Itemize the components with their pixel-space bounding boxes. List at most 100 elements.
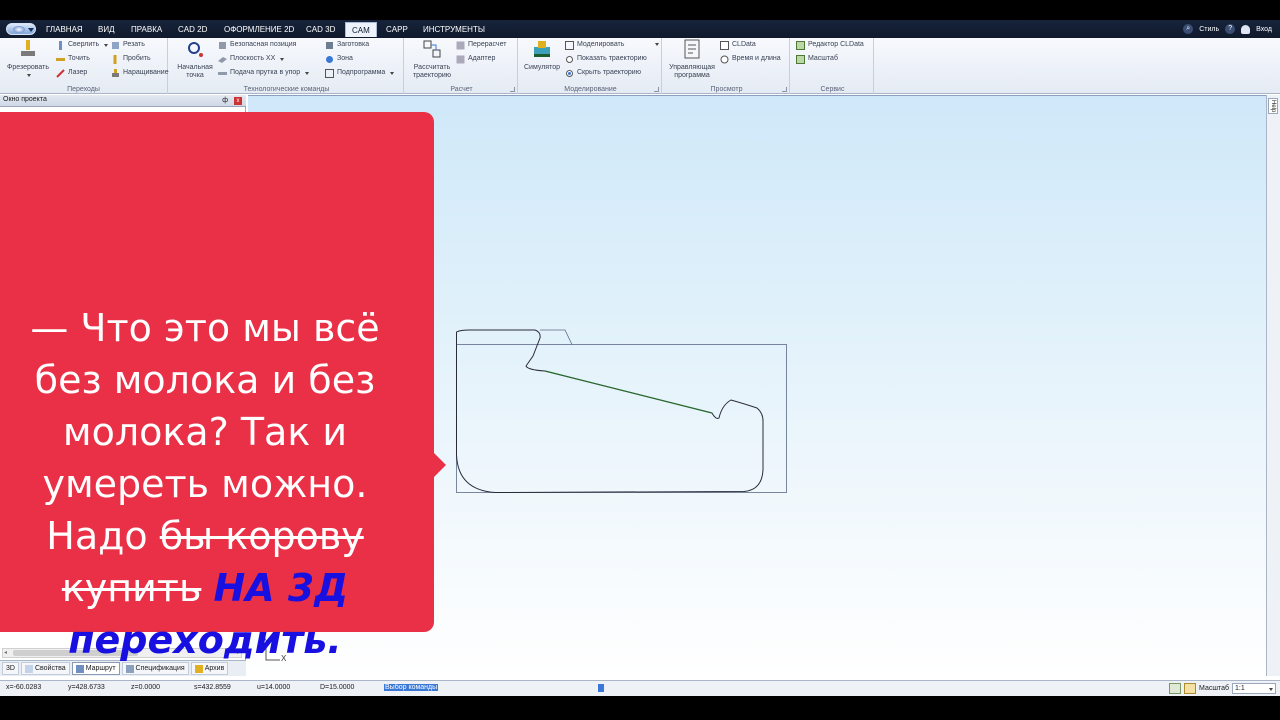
plane-label: Плоскость XX (230, 55, 276, 62)
show-trajectory-label: Показать траекторию (577, 55, 647, 62)
scale-label: Масштаб (808, 55, 838, 62)
chevron-down-icon (280, 57, 285, 61)
style-menu[interactable]: Стиль (1199, 26, 1219, 33)
punch-button[interactable]: Пробить (111, 53, 151, 65)
show-trajectory-button[interactable]: Показать траекторию (565, 53, 647, 65)
user-icon (1241, 24, 1251, 34)
group-label-transitions: Переходы (67, 86, 100, 93)
dialog-launcher-icon[interactable] (510, 87, 515, 92)
simulator-label: Симулятор (524, 64, 560, 71)
help-icon[interactable]: ? (1225, 24, 1236, 34)
help-tab[interactable]: Help (1268, 98, 1278, 114)
safe-position-button[interactable]: Безопасная позиция (218, 39, 296, 51)
recalc-button[interactable]: Перерасчет (456, 39, 506, 51)
tab-cad2d[interactable]: CAD 2D (172, 22, 213, 37)
ribbon: Фрезеровать Сверлить Точить Лазер Резать (0, 38, 1280, 94)
stock-button[interactable]: Заготовка (325, 39, 369, 51)
menu-right-area: ⌕ Стиль ? Вход (1183, 23, 1272, 35)
recalc-icon (456, 41, 465, 49)
radio-selected-icon (566, 69, 573, 77)
group-label-tech: Технологические команды (243, 86, 330, 93)
radio-icon (566, 55, 573, 63)
time-length-label: Время и длина (732, 55, 781, 62)
letterbox-top (0, 0, 1280, 20)
scale-area: Масштаб 1:1 (1169, 683, 1276, 694)
mill-button[interactable]: Фрезеровать (4, 39, 52, 80)
punch-label: Пробить (123, 55, 151, 62)
bubble-line-7: переходить. (68, 618, 342, 662)
bubble-line-6-strike: купить (61, 566, 202, 610)
application-window: ГЛАВНАЯ ВИД ПРАВКА CAD 2D ОФОРМЛЕНИЕ 2D … (0, 0, 1280, 720)
close-icon[interactable]: x (234, 97, 242, 105)
search-icon[interactable]: ⌕ (1183, 24, 1194, 34)
plane-button[interactable]: Плоскость XX (218, 53, 285, 65)
stock-icon (326, 41, 333, 49)
tab-capp[interactable]: CAPP (380, 22, 414, 37)
time-length-button[interactable]: Время и длина (720, 53, 781, 65)
cldata-icon (720, 40, 729, 50)
pin-icon[interactable]: ф (222, 97, 228, 104)
tab-design2d[interactable]: ОФОРМЛЕНИЕ 2D (218, 22, 300, 37)
hide-trajectory-label: Скрыть траекторию (577, 69, 641, 76)
view-cube-icon[interactable] (1169, 683, 1182, 694)
control-program-label-1: Управляющая (669, 64, 715, 71)
clock-icon (720, 55, 729, 63)
login-button[interactable]: Вход (1256, 26, 1272, 33)
turn-button[interactable]: Точить (56, 53, 90, 65)
simulate-icon (565, 40, 574, 50)
plane-icon (218, 56, 227, 63)
app-menu-button[interactable] (6, 23, 36, 35)
subprogram-button[interactable]: Подпрограмма (325, 67, 395, 79)
start-point-button[interactable]: Начальная точка (172, 39, 218, 80)
cldata-editor-label: Редактор CLData (808, 41, 864, 48)
control-program-button[interactable]: Управляющая программа (666, 39, 718, 80)
cldata-button[interactable]: CLData (720, 39, 756, 51)
status-y: y=428.6733 (68, 684, 105, 691)
scale-button[interactable]: Масштаб (796, 53, 838, 65)
status-command: Выбор команды (384, 684, 439, 691)
scale-select[interactable]: 1:1 (1232, 683, 1276, 694)
buildup-button[interactable]: Наращивание (111, 67, 169, 79)
tab-cam[interactable]: CAM (345, 22, 377, 37)
cldata-editor-icon (796, 40, 805, 50)
tab-main[interactable]: ГЛАВНАЯ (40, 22, 89, 37)
simulate-button[interactable]: Моделировать (565, 39, 624, 51)
dialog-launcher-icon[interactable] (654, 87, 659, 92)
bar-feed-button[interactable]: Подача прутка в упор (218, 67, 310, 79)
zone-button[interactable]: Зона (325, 53, 353, 65)
group-modeling: Симулятор Моделировать Показать траектор… (520, 38, 662, 94)
calculate-trajectory-button[interactable]: Рассчитать траекторию (408, 39, 456, 80)
status-u: u=14.0000 (257, 684, 291, 691)
hide-trajectory-button[interactable]: Скрыть траекторию (565, 67, 641, 79)
project-window-header: Окно проекта ф x (0, 95, 246, 107)
chevron-down-icon[interactable] (655, 43, 659, 46)
tab-edit[interactable]: ПРАВКА (125, 22, 168, 37)
cldata-editor-button[interactable]: Редактор CLData (796, 39, 864, 51)
group-tech-commands: Начальная точка Безопасная позиция Плоск… (170, 38, 404, 94)
adapter-button[interactable]: Адаптер (456, 53, 495, 65)
laser-button[interactable]: Лазер (56, 67, 87, 79)
box-icon[interactable] (1184, 683, 1197, 694)
part-contour (456, 329, 764, 494)
cut-button[interactable]: Резать (111, 39, 145, 51)
drill-button[interactable]: Сверлить (56, 39, 109, 51)
chevron-down-icon (1269, 688, 1273, 691)
laser-icon (56, 68, 65, 78)
bubble-text: — Что это мы всё без молока и без молока… (0, 302, 410, 666)
zone-label: Зона (337, 55, 353, 62)
stock-label: Заготовка (337, 41, 370, 48)
drill-icon (59, 40, 62, 50)
simulator-button[interactable]: Симулятор (522, 39, 562, 72)
bubble-line-3: молока? Так и (62, 410, 348, 454)
bubble-line-6-blue: НА 3Д (213, 566, 349, 610)
scale-icon (796, 54, 805, 64)
tab-view[interactable]: ВИД (92, 22, 121, 37)
letterbox-bottom (0, 696, 1280, 720)
tab-tools[interactable]: ИНСТРУМЕНТЫ (417, 22, 491, 37)
speech-bubble: — Что это мы всё без молока и без молока… (0, 112, 434, 662)
scale-value: 1:1 (1235, 685, 1245, 692)
app-logo-icon (13, 26, 25, 33)
tab-cad3d[interactable]: CAD 3D (300, 22, 341, 37)
dialog-launcher-icon[interactable] (782, 87, 787, 92)
control-program-icon (684, 39, 700, 59)
